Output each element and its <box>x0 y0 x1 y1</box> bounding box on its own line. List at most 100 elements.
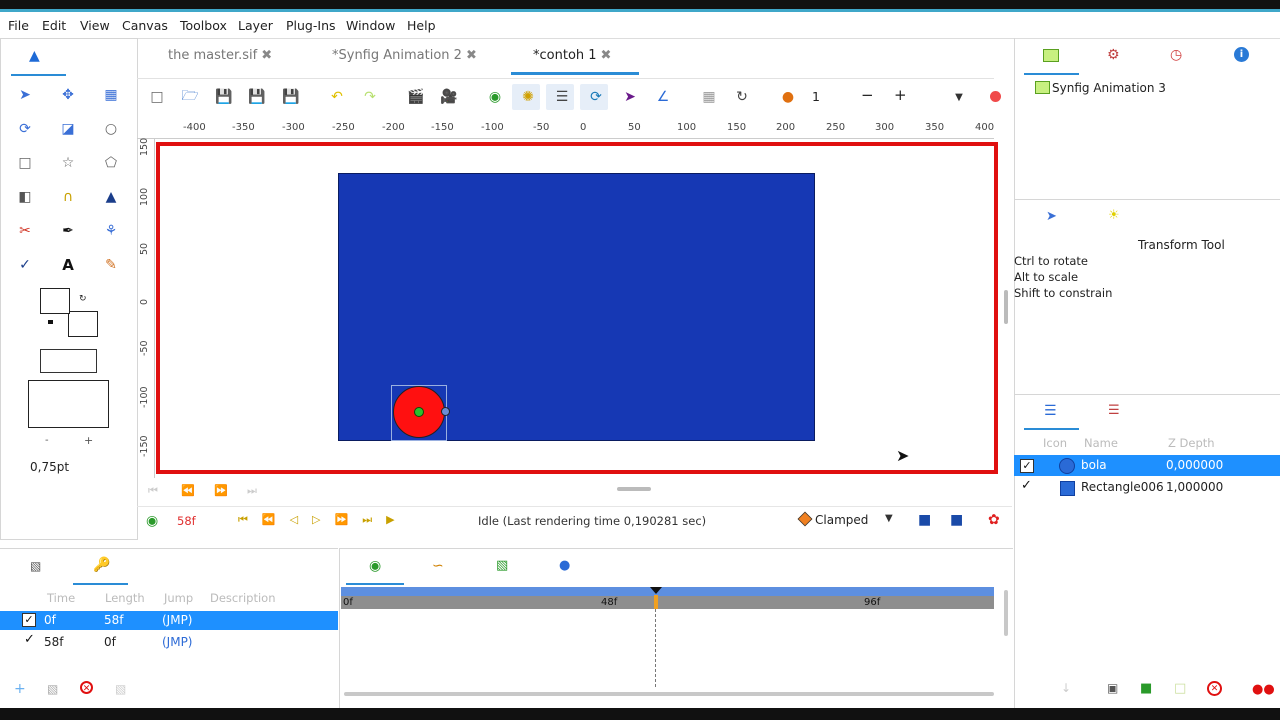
menu-window[interactable]: Window <box>346 18 395 33</box>
timeline-scrollbar[interactable] <box>344 692 994 696</box>
show-ducks-icon[interactable]: ☰ <box>553 88 571 106</box>
zoom-in-button[interactable]: + <box>894 86 907 104</box>
rotate-tool-icon[interactable]: ⟳ <box>15 119 35 139</box>
group-layer-icon[interactable]: ■ <box>1140 681 1152 696</box>
chevron-down-icon[interactable]: ▼ <box>885 513 893 524</box>
kf-header-length[interactable]: Length <box>105 591 145 605</box>
menu-plugins[interactable]: Plug-Ins <box>286 18 336 33</box>
info-tab-icon[interactable]: i <box>1234 47 1249 62</box>
bone-tool-icon[interactable]: ⚘ <box>101 221 121 241</box>
menu-toolbox[interactable]: Toolbox <box>180 18 227 33</box>
animation-mode-toggle-icon[interactable]: ◉ <box>146 513 158 529</box>
keyframe-length[interactable]: 58f <box>104 613 124 627</box>
menu-canvas[interactable]: Canvas <box>122 18 168 33</box>
gradient-preview[interactable] <box>40 349 97 373</box>
kf-header-jump[interactable]: Jump <box>164 591 193 605</box>
menu-view[interactable]: View <box>80 18 110 33</box>
layer-row[interactable]: ✓ bola 0,000000 <box>1014 455 1280 476</box>
open-file-icon[interactable]: 🗁 <box>181 88 199 106</box>
zoom-out-button[interactable]: − <box>861 86 874 104</box>
delete-layer-icon[interactable]: ✕ <box>1207 681 1222 696</box>
params-tab-icon[interactable]: ▧ <box>30 559 41 573</box>
jump-begin-icon[interactable]: ⏮ <box>148 484 158 498</box>
menu-edit[interactable]: Edit <box>42 18 66 33</box>
tool-options-tab-icon[interactable]: ➤ <box>1046 209 1057 224</box>
past-keyframes-lock-icon[interactable]: ■ <box>918 512 931 528</box>
keyframe-jump[interactable]: (JMP) <box>162 635 193 649</box>
mirror-tool-icon[interactable]: ◪ <box>58 119 78 139</box>
width-value[interactable]: 0,75pt <box>30 460 69 474</box>
spline-tool-icon[interactable]: ∩ <box>58 187 78 207</box>
next-keyframe-icon[interactable]: ⏩ <box>214 484 228 497</box>
outline-color-swatch[interactable] <box>40 288 70 314</box>
new-file-icon[interactable]: □ <box>148 88 166 106</box>
prev-keyframe-icon[interactable]: ⏪ <box>181 484 195 497</box>
star-tool-icon[interactable]: ☆ <box>58 153 78 173</box>
jump-end-icon[interactable]: ⏭ <box>247 484 257 498</box>
keyframe-time[interactable]: 58f <box>44 635 64 649</box>
interpolation-select[interactable]: Clamped <box>815 513 868 527</box>
menu-file[interactable]: File <box>8 18 29 33</box>
text-tool-icon[interactable]: A <box>58 255 78 275</box>
current-frame-field[interactable]: 58f <box>177 514 196 528</box>
rotate-handles-icon[interactable]: ⟳ <box>587 88 605 106</box>
layer-visibility-checkbox[interactable]: ✓ <box>1020 459 1034 473</box>
history-tab-icon[interactable]: ☀ <box>1108 208 1120 223</box>
keyframe-time[interactable]: 0f <box>44 613 56 627</box>
reset-colors-icon[interactable] <box>48 320 53 324</box>
undo-icon[interactable]: ↶ <box>328 88 346 106</box>
time-cursor-bar[interactable] <box>341 587 994 596</box>
toolbox-tab-icon[interactable]: ▲ <box>29 48 40 64</box>
add-layer-icon[interactable]: □ <box>1174 681 1186 696</box>
smooth-move-tool-icon[interactable]: ✥ <box>58 85 78 105</box>
save-icon[interactable]: 💾 <box>215 88 233 106</box>
redo-icon[interactable]: ↷ <box>361 88 379 106</box>
tab-the-master[interactable]: the master.sif ✖ <box>168 48 272 63</box>
record-icon[interactable] <box>990 91 1001 102</box>
polygon-tool-icon[interactable]: ⬠ <box>101 153 121 173</box>
cutout-tool-icon[interactable]: ✂ <box>15 221 35 241</box>
lower-layer-icon[interactable]: ↓ <box>1061 681 1071 695</box>
swap-colors-icon[interactable]: ↻ <box>79 294 87 304</box>
draw-tool-icon[interactable]: ✒ <box>58 221 78 241</box>
layer-name[interactable]: bola <box>1081 458 1107 472</box>
gradient-tool-icon[interactable]: ◧ <box>15 187 35 207</box>
horizontal-scrollbar[interactable] <box>617 487 651 491</box>
circle-tool-icon[interactable]: ○ <box>101 119 121 139</box>
brush-size-preview[interactable] <box>28 380 109 428</box>
sound-tab-icon[interactable]: ▧ <box>496 558 508 573</box>
keyframe-active-checkbox[interactable]: ✓ <box>24 632 35 647</box>
layers-header-icon[interactable]: Icon <box>1043 436 1067 450</box>
transform-tool-icon[interactable]: ➤ <box>15 85 35 105</box>
grid-icon[interactable]: ▦ <box>700 88 718 106</box>
duplicate-keyframe-icon[interactable]: ▧ <box>47 682 58 696</box>
library-panel-tab-icon[interactable]: ⚙ <box>1107 47 1120 63</box>
fill-color-swatch[interactable] <box>68 311 98 337</box>
close-icon[interactable]: ✖ <box>466 48 477 63</box>
layer-link-icon[interactable]: ●● <box>1252 682 1275 697</box>
layer-visibility-checkbox[interactable]: ✓ <box>1021 478 1032 493</box>
future-keyframes-lock-icon[interactable]: ■ <box>950 512 963 528</box>
tab-synfig-animation-2[interactable]: *Synfig Animation 2 ✖ <box>332 48 477 63</box>
keyframe-jump[interactable]: (JMP) <box>162 613 193 627</box>
onion-skin-count[interactable]: 1 <box>812 89 820 104</box>
layer-name[interactable]: Rectangle006 <box>1081 480 1164 494</box>
layers-header-zdepth[interactable]: Z Depth <box>1168 436 1215 450</box>
sound-toggle-icon[interactable]: ✿ <box>988 512 1000 528</box>
width-decrease[interactable]: - <box>45 435 49 446</box>
save-all-icon[interactable]: 💾 <box>282 88 300 106</box>
layers-header-name[interactable]: Name <box>1084 436 1118 450</box>
library-tab-icon[interactable]: ● <box>559 558 570 573</box>
show-handles-icon[interactable]: ✺ <box>519 88 537 106</box>
keyframe-row[interactable]: ✓ 0f 58f (JMP) <box>0 611 338 630</box>
curves-tab-icon[interactable]: ∽ <box>432 558 444 574</box>
kf-header-time[interactable]: Time <box>47 591 75 605</box>
onion-skin-icon[interactable]: ● <box>779 88 797 106</box>
width-increase[interactable]: + <box>84 434 93 447</box>
time-ruler[interactable] <box>341 596 994 609</box>
fill-tool-icon[interactable]: ▲ <box>101 187 121 207</box>
menu-help[interactable]: Help <box>407 18 436 33</box>
navigator-tab-icon[interactable]: ◷ <box>1170 47 1182 63</box>
rectangle-tool-icon[interactable]: □ <box>15 153 35 173</box>
preview-icon[interactable]: 🎥 <box>440 88 458 106</box>
